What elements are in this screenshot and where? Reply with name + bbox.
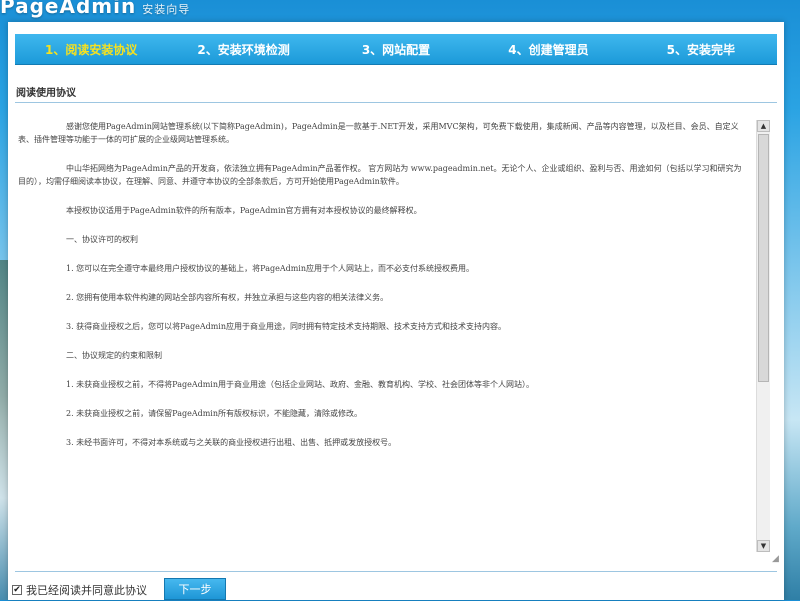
- agree-checkbox-row[interactable]: ✔ 我已经阅读并同意此协议: [12, 582, 147, 598]
- scroll-up-icon[interactable]: ▲: [757, 120, 770, 132]
- agreement-paragraph: 1. 未获商业授权之前，不得将PageAdmin用于商业用途（包括企业网站、政府…: [66, 380, 535, 389]
- footer-divider: [15, 571, 777, 572]
- agreement-textbox[interactable]: 感谢您使用PageAdmin网站管理系统(以下简称PageAdmin)，Page…: [18, 120, 770, 552]
- scroll-down-icon[interactable]: ▼: [757, 540, 770, 552]
- agreement-paragraph: 2. 您拥有使用本软件构建的网站全部内容所有权，并独立承担与这些内容的相关法律义…: [66, 293, 389, 302]
- install-steps-bar: 1、阅读安装协议 2、安装环境检测 3、网站配置 4、创建管理员 5、安装完毕: [15, 34, 777, 65]
- section-title: 阅读使用协议: [16, 88, 76, 99]
- resize-grip-icon[interactable]: ◢: [772, 554, 782, 564]
- agreement-heading: 二、协议规定的约束和限制: [66, 351, 162, 360]
- step-create-admin[interactable]: 4、创建管理员: [472, 41, 624, 58]
- agree-checkbox[interactable]: ✔: [12, 585, 22, 595]
- logo-subtitle: 安装向导: [142, 3, 191, 16]
- next-step-button[interactable]: 下一步: [164, 578, 226, 600]
- install-panel: 1、阅读安装协议 2、安装环境检测 3、网站配置 4、创建管理员 5、安装完毕 …: [8, 22, 784, 600]
- agreement-paragraph: 1. 您可以在完全遵守本最终用户授权协议的基础上，将PageAdmin应用于个人…: [66, 264, 475, 273]
- agreement-content: 感谢您使用PageAdmin网站管理系统(以下简称PageAdmin)，Page…: [18, 120, 748, 552]
- step-site-config[interactable]: 3、网站配置: [320, 41, 472, 58]
- agreement-paragraph: 3. 未经书面许可，不得对本系统或与之关联的商业授权进行出租、出售、抵押或发放授…: [66, 438, 397, 447]
- step-environment-check[interactable]: 2、安装环境检测: [167, 41, 319, 58]
- agreement-paragraph: 中山华拓网络为PageAdmin产品的开发商，依法独立拥有PageAdmin产品…: [18, 164, 742, 186]
- check-icon: ✔: [13, 585, 21, 595]
- agreement-paragraph: 感谢您使用PageAdmin网站管理系统(以下简称PageAdmin)，Page…: [18, 122, 739, 144]
- agreement-scrollbar[interactable]: ▲ ▼: [756, 120, 770, 552]
- agreement-heading: 一、协议许可的权利: [66, 235, 138, 244]
- step-install-complete[interactable]: 5、安装完毕: [625, 41, 777, 58]
- section-divider: [15, 102, 777, 103]
- logo-text: PageAdmin: [0, 0, 137, 18]
- agreement-paragraph: 本授权协议适用于PageAdmin软件的所有版本，PageAdmin官方拥有对本…: [66, 206, 422, 215]
- agree-label[interactable]: 我已经阅读并同意此协议: [26, 582, 147, 598]
- agreement-paragraph: 2. 未获商业授权之前，请保留PageAdmin所有版权标识，不能隐藏，清除或修…: [66, 409, 363, 418]
- step-read-agreement[interactable]: 1、阅读安装协议: [15, 41, 167, 58]
- agreement-paragraph: 3. 获得商业授权之后，您可以将PageAdmin应用于商业用途，同时拥有特定技…: [66, 322, 507, 331]
- scrollbar-thumb[interactable]: [758, 134, 769, 382]
